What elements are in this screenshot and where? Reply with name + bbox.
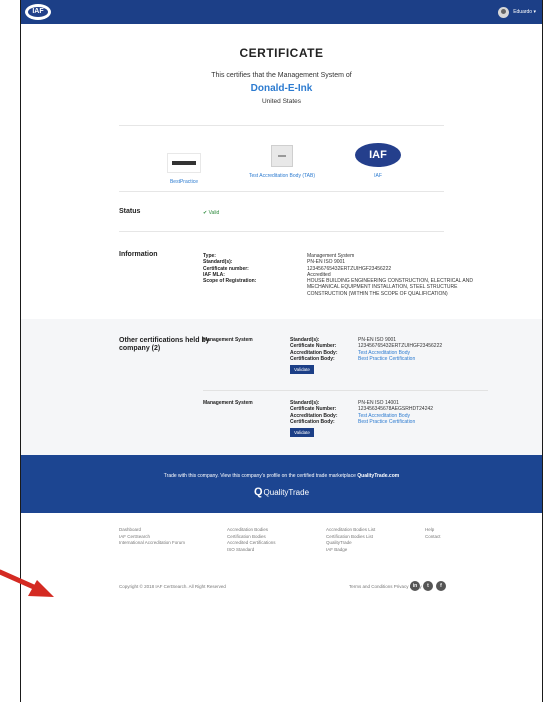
information-label: Information (119, 251, 158, 258)
qualitytrade-link[interactable]: QualityTrade.com (357, 473, 399, 479)
information-table: Type: Management System Standard(s): PN-EN… (203, 253, 488, 297)
certification-body-link[interactable]: Best Practice Certification (358, 356, 490, 362)
footer-link[interactable]: International Accreditation Forum (119, 540, 185, 547)
qualitytrade-logo[interactable]: QQualityTrade (21, 486, 542, 498)
accreditation-bestpractice[interactable]: BestPractice (129, 145, 239, 185)
red-arrow-annotation-icon (0, 569, 54, 597)
divider (203, 390, 488, 391)
footer-column-2: Accreditation Bodies Certification Bodie… (227, 527, 276, 553)
footer-link[interactable]: Contact (425, 534, 441, 541)
footer-link[interactable]: IAF Badge (326, 547, 375, 554)
facebook-icon[interactable]: f (436, 581, 446, 591)
browser-page: IAF Eduardo ▾ CERTIFICATE This certifies… (20, 0, 543, 702)
copyright: Copyright © 2018 IAF CertSearch. All Rig… (119, 584, 226, 589)
accreditation-iaf[interactable]: IAF IAF (323, 143, 433, 179)
footer-link[interactable]: Accreditation Bodies List (326, 527, 375, 534)
other-cert-1: Standard(s): PN-EN ISO 9001 Certificate N… (290, 337, 490, 375)
divider (119, 191, 444, 192)
info-row-scope: Scope of Registration: HOUSE BUILDING ENG… (203, 278, 473, 297)
status-badge: ✔ Valid (203, 210, 220, 216)
footer-link[interactable]: ISO Standard (227, 547, 276, 554)
twitter-icon[interactable]: t (423, 581, 433, 591)
footer-link[interactable]: Accredited Certifications (227, 540, 276, 547)
footer-column-1: Dashboard IAF CertSearch International A… (119, 527, 185, 547)
user-name: Eduardo ▾ (513, 9, 536, 15)
page-title: CERTIFICATE (239, 46, 324, 60)
qualitytrade-banner (21, 455, 542, 513)
accreditation-tab[interactable]: Test Accreditation Body (TAB) (227, 143, 337, 179)
tab-logo (271, 145, 293, 167)
footer-column-4: Help Contact (425, 527, 441, 540)
user-menu[interactable]: Eduardo ▾ (498, 5, 536, 19)
linkedin-icon[interactable]: in (410, 581, 420, 591)
company-name: Donald-E-Ink (250, 83, 313, 94)
certification-body-link[interactable]: Best Practice Certification (358, 419, 490, 425)
validate-button[interactable]: Validate (290, 365, 314, 375)
divider (119, 231, 444, 232)
footer-column-3: Accreditation Bodies List Certification … (326, 527, 375, 553)
avatar (498, 6, 510, 18)
trade-text: Trade with this company. View this compa… (163, 473, 400, 479)
other-cert-2: Standard(s): PN-EN ISO 14001 Certificate … (290, 400, 490, 438)
other-cert-1-type: Management System (203, 337, 253, 343)
status-label: Status (119, 208, 141, 215)
certificate-subtitle: This certifies that the Management Syste… (211, 72, 352, 79)
top-navbar: IAF Eduardo ▾ (21, 0, 542, 24)
bestpractice-logo (167, 153, 201, 173)
divider (119, 125, 444, 126)
qualitytrade-q-icon: Q (253, 486, 263, 498)
iaf-badge-logo: IAF (355, 143, 401, 167)
other-cert-2-type: Management System (203, 400, 253, 406)
validate-button[interactable]: Validate (290, 428, 314, 438)
company-country: United States (261, 98, 302, 105)
